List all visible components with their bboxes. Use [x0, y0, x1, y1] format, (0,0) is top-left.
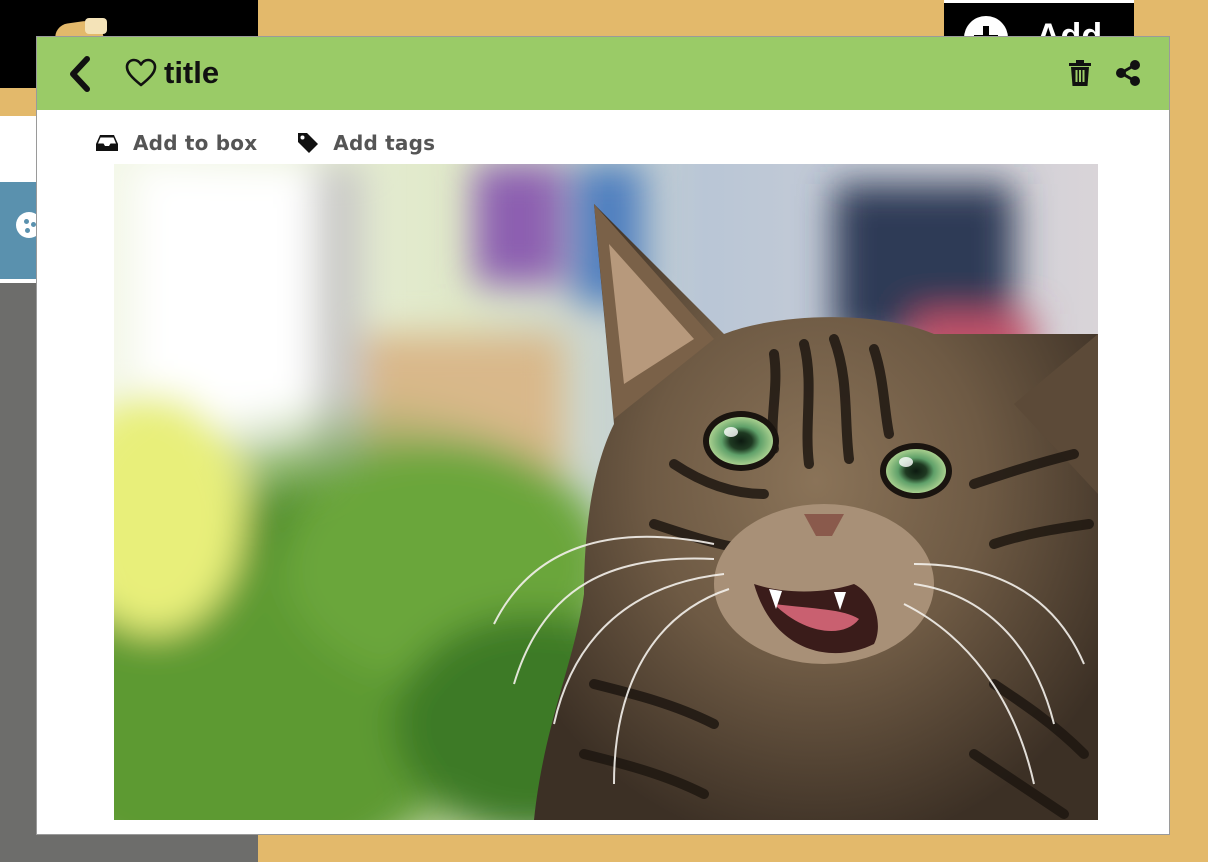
kitten-photo: [114, 164, 1098, 820]
share-button[interactable]: [1114, 59, 1142, 87]
delete-button[interactable]: [1068, 59, 1092, 87]
item-image: [114, 164, 1098, 820]
back-button[interactable]: [65, 55, 99, 93]
add-to-box-button[interactable]: Add to box: [95, 131, 257, 155]
tag-icon: [298, 133, 319, 153]
add-to-box-label: Add to box: [133, 131, 258, 155]
item-detail-modal: title Add to box Add tags: [36, 36, 1170, 835]
add-tags-button[interactable]: Add tags: [297, 131, 435, 155]
modal-header: title: [37, 37, 1169, 110]
inbox-icon: [96, 135, 118, 151]
favorite-button[interactable]: [125, 58, 157, 88]
back-icon: [70, 56, 90, 92]
add-tags-label: Add tags: [333, 131, 436, 155]
share-icon: [1116, 60, 1140, 86]
item-actions: Add to box Add tags: [95, 129, 475, 157]
item-title[interactable]: title: [164, 51, 219, 95]
heart-icon: [125, 58, 157, 87]
trash-icon: [1069, 60, 1091, 86]
